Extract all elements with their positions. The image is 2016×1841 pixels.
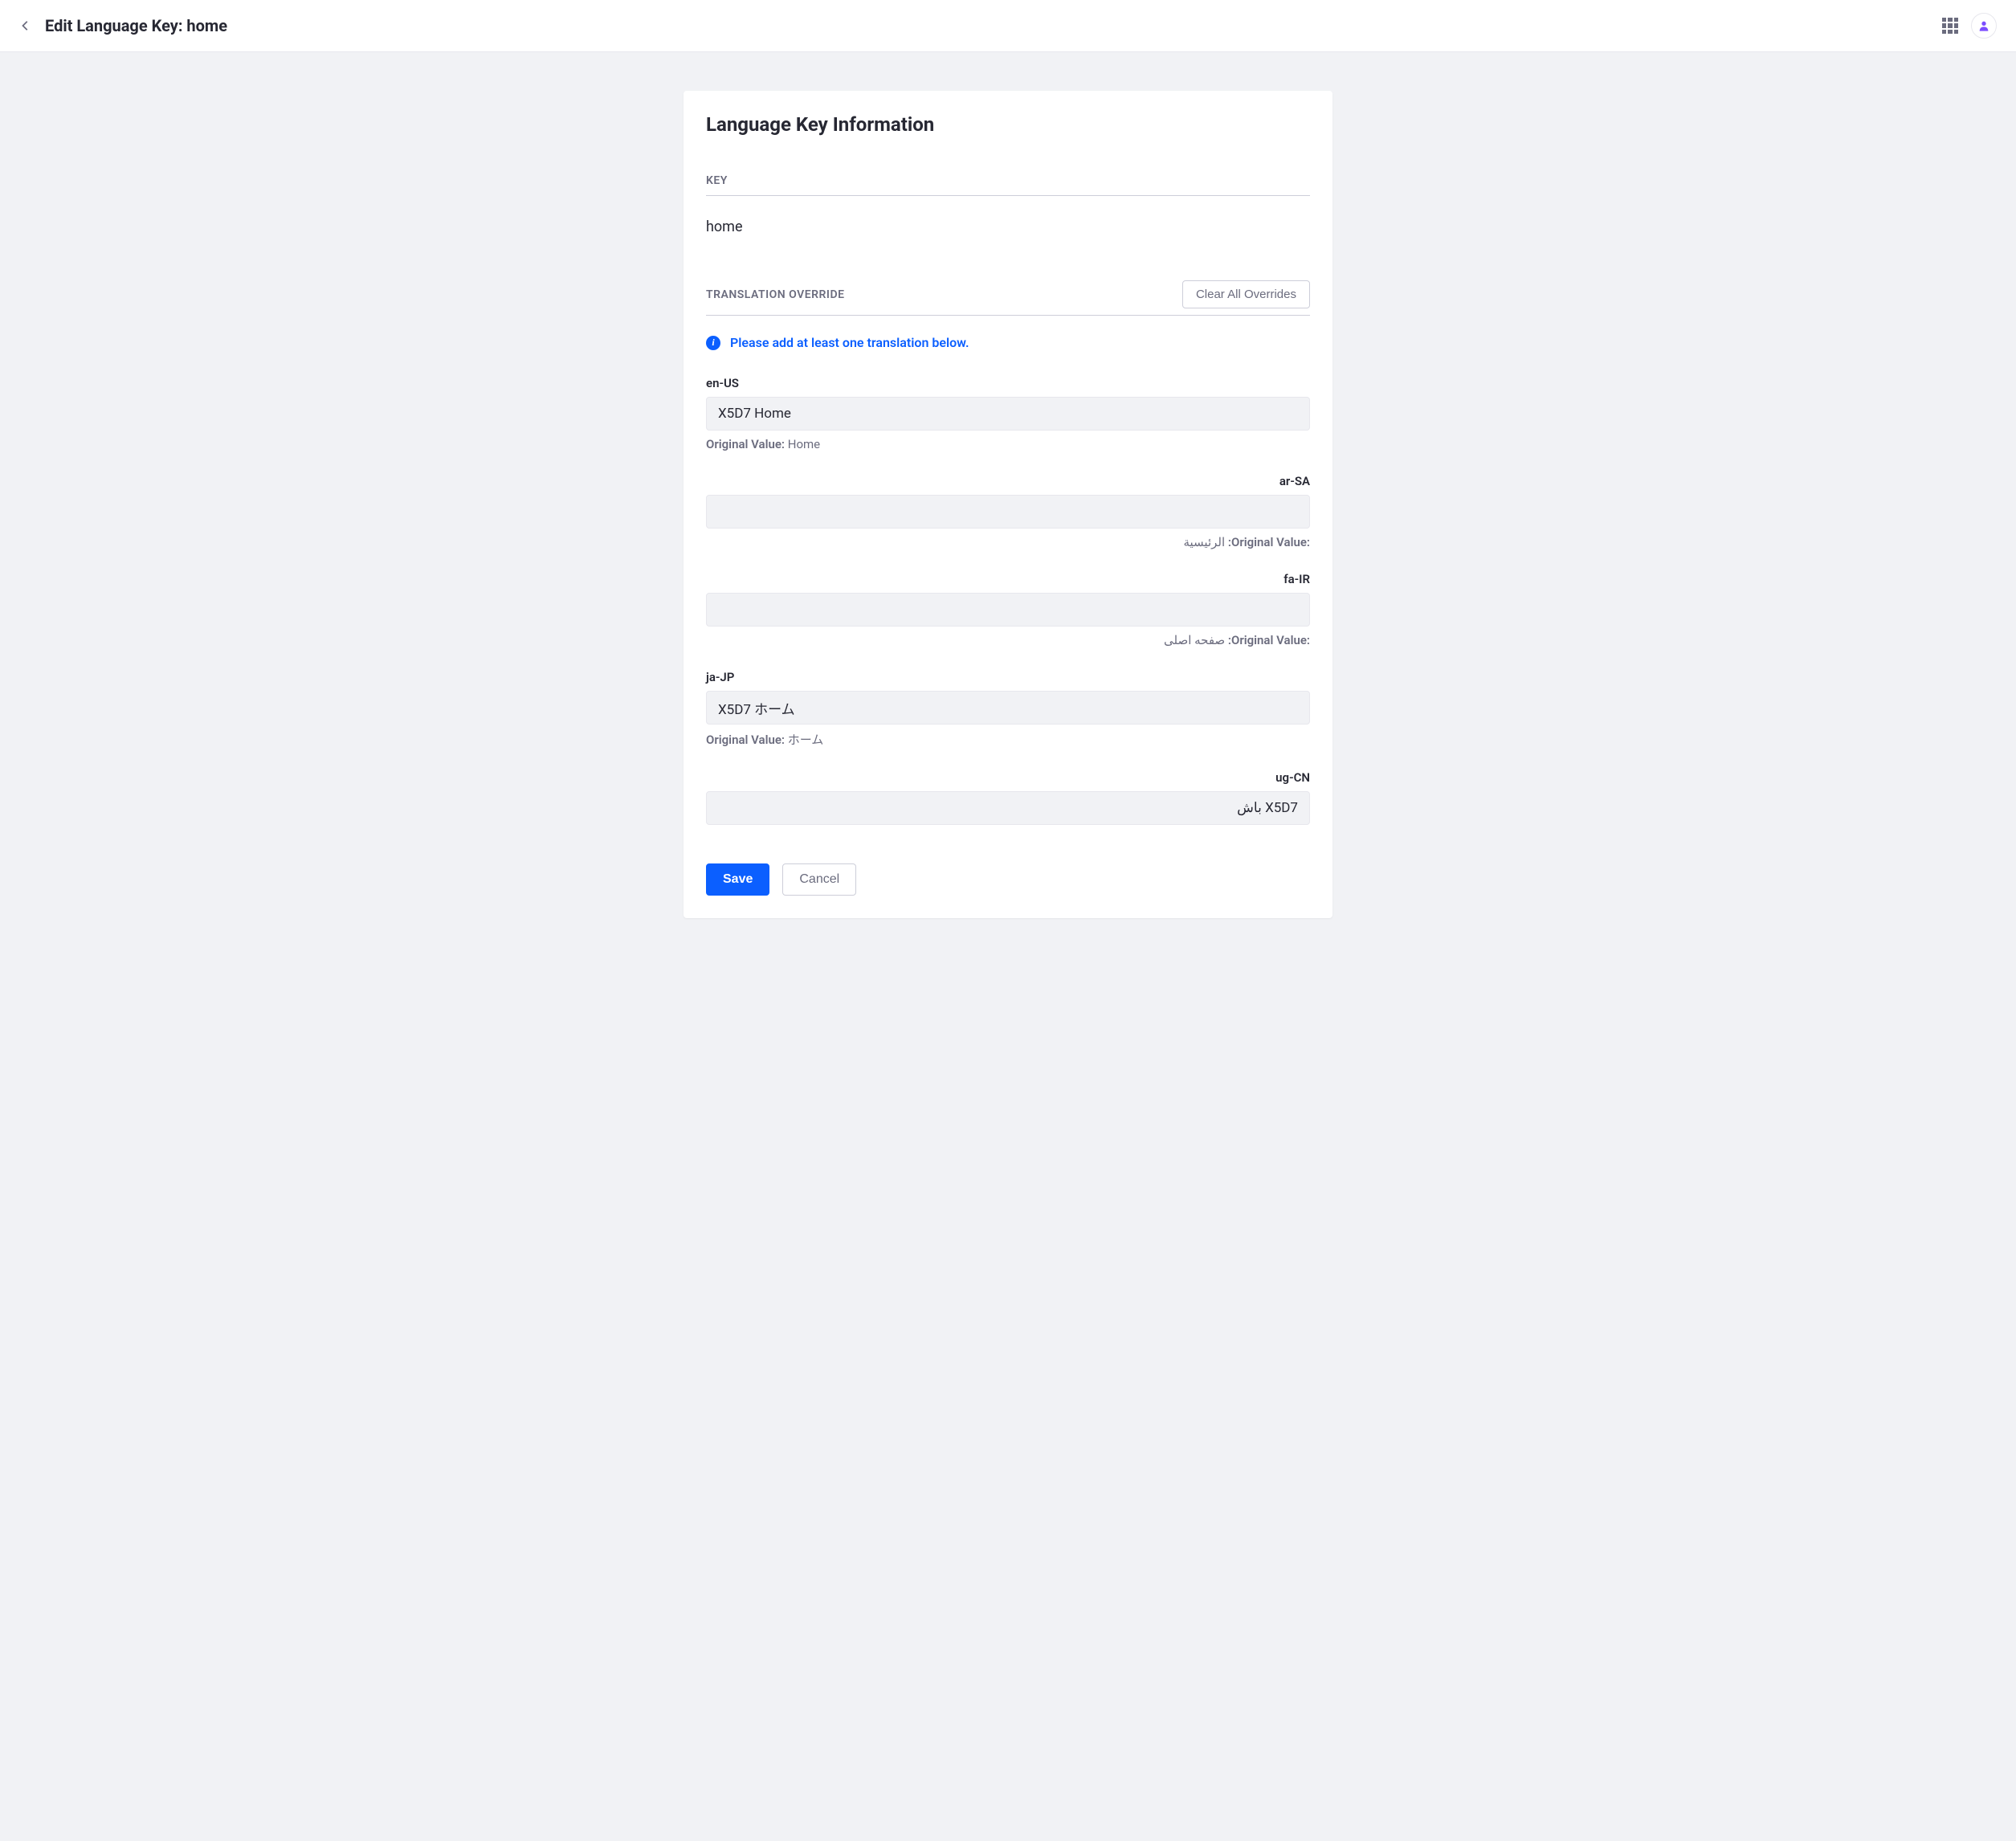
key-section-header: KEY [706, 174, 1310, 196]
override-section-label: TRANSLATION OVERRIDE [706, 288, 844, 301]
original-value-fa-ir: صفحه اصلی :Original Value: [706, 633, 1310, 647]
clear-all-overrides-button[interactable]: Clear All Overrides [1182, 280, 1310, 308]
field-label-ug-cn: ug-CN [706, 770, 1310, 785]
key-section-label: KEY [706, 174, 1310, 187]
user-avatar[interactable] [1971, 13, 1997, 39]
translation-field-ja-jp: ja-JP Original Value: ホーム [706, 670, 1310, 748]
back-button[interactable] [19, 19, 32, 32]
original-value-en-us: Original Value: Home [706, 437, 1310, 451]
apps-menu-icon[interactable] [1942, 18, 1958, 34]
input-ug-cn[interactable] [706, 791, 1310, 825]
user-icon [1977, 19, 1990, 32]
input-en-us[interactable] [706, 397, 1310, 431]
header-left: Edit Language Key: home [19, 16, 227, 35]
header-bar: Edit Language Key: home [0, 0, 2016, 52]
input-ja-jp[interactable] [706, 691, 1310, 725]
save-button[interactable]: Save [706, 863, 769, 896]
original-value-label: :Original Value: [1228, 535, 1310, 549]
header-right [1942, 13, 1997, 39]
cancel-button[interactable]: Cancel [782, 863, 856, 896]
field-label-fa-ir: fa-IR [706, 572, 1310, 586]
original-value-ja-jp: Original Value: ホーム [706, 731, 1310, 748]
original-value-text-ar-sa: الرئيسية [1183, 535, 1225, 549]
translation-field-ar-sa: ar-SA الرئيسية :Original Value: [706, 474, 1310, 549]
input-fa-ir[interactable] [706, 593, 1310, 627]
override-section-header: TRANSLATION OVERRIDE Clear All Overrides [706, 280, 1310, 316]
original-value-ar-sa: الرئيسية :Original Value: [706, 535, 1310, 549]
key-value: home [706, 218, 1310, 235]
card-title: Language Key Information [706, 113, 1310, 136]
info-alert: i Please add at least one translation be… [706, 335, 1310, 350]
original-value-text-ja-jp: ホーム [788, 733, 824, 747]
info-alert-text: Please add at least one translation belo… [730, 335, 969, 350]
original-value-label: Original Value: [706, 733, 785, 747]
translation-field-fa-ir: fa-IR صفحه اصلی :Original Value: [706, 572, 1310, 647]
field-label-en-us: en-US [706, 376, 1310, 390]
translation-field-ug-cn: ug-CN [706, 770, 1310, 825]
field-label-ja-jp: ja-JP [706, 670, 1310, 684]
original-value-text-en-us: Home [788, 437, 820, 451]
original-value-label: :Original Value: [1228, 633, 1310, 647]
content-wrapper: Language Key Information KEY home TRANSL… [0, 52, 2016, 957]
page-title: Edit Language Key: home [45, 16, 227, 35]
original-value-label: Original Value: [706, 437, 785, 451]
form-card: Language Key Information KEY home TRANSL… [684, 91, 1332, 918]
info-icon: i [706, 336, 720, 350]
original-value-text-fa-ir: صفحه اصلی [1164, 633, 1225, 647]
input-ar-sa[interactable] [706, 495, 1310, 529]
chevron-left-icon [20, 20, 31, 31]
form-actions: Save Cancel [706, 863, 1310, 896]
field-label-ar-sa: ar-SA [706, 474, 1310, 488]
translation-field-en-us: en-US Original Value: Home [706, 376, 1310, 451]
